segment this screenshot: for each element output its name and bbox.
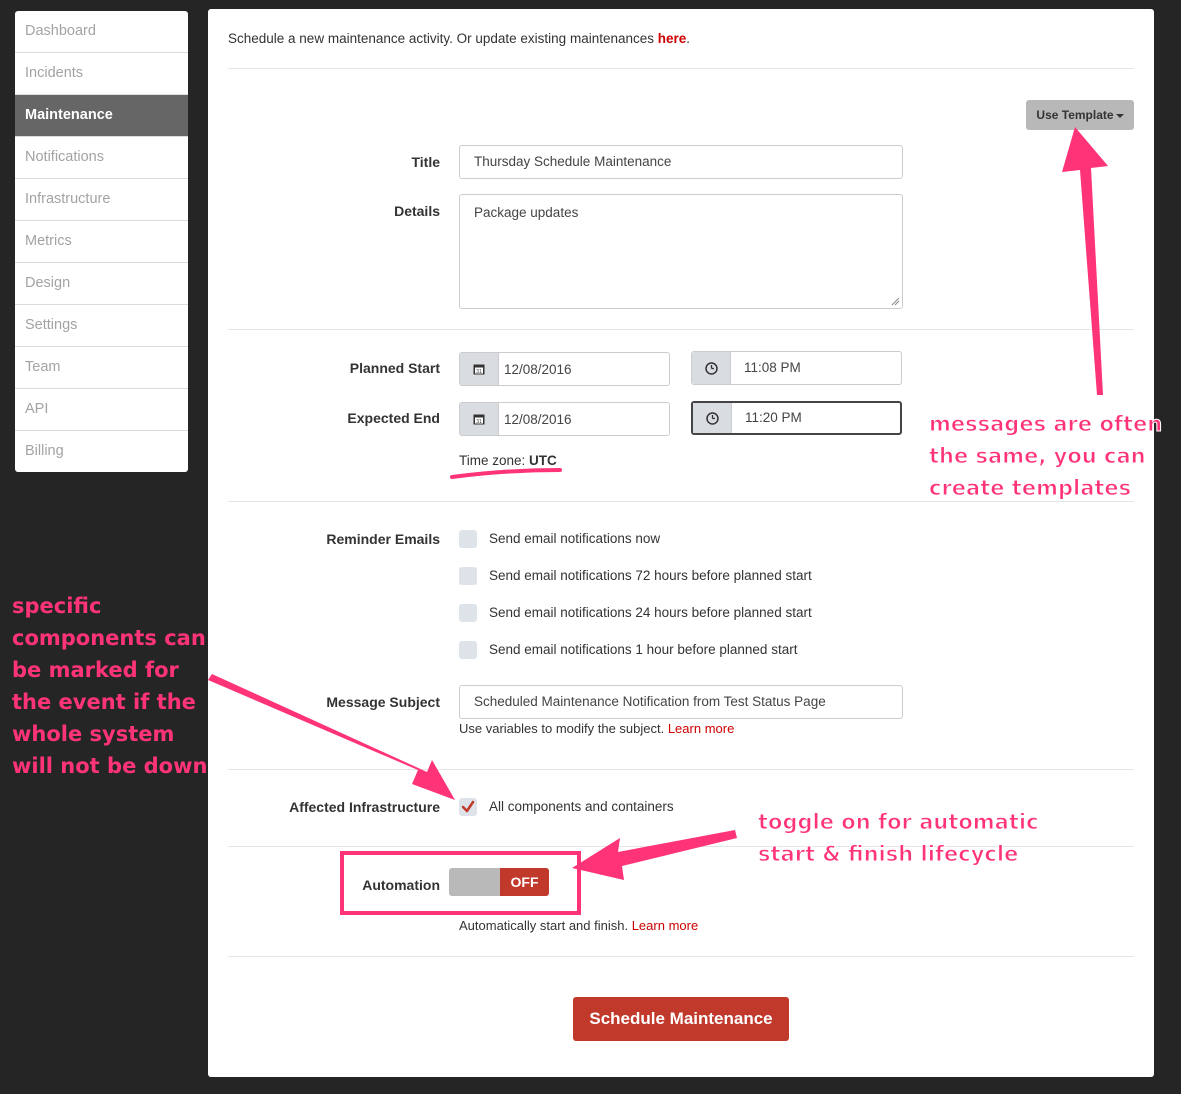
components-arrow bbox=[208, 674, 455, 800]
components-annotation: specific components can be marked for th… bbox=[12, 590, 207, 782]
timezone-underline bbox=[450, 468, 562, 479]
components-annotation-line: the event if the bbox=[12, 690, 196, 714]
automation-annotation-line: toggle on for automatic bbox=[758, 810, 1040, 835]
template-arrow bbox=[1062, 127, 1108, 395]
components-annotation-line: will not be down bbox=[12, 754, 208, 778]
components-annotation-line: be marked for bbox=[12, 658, 179, 682]
components-annotation-line: components can bbox=[12, 626, 206, 650]
automation-arrow bbox=[572, 830, 737, 880]
template-annotation: messages are often the same, you can cre… bbox=[928, 408, 1163, 504]
components-annotation-line: whole system bbox=[12, 722, 175, 746]
components-annotation-line: specific bbox=[12, 594, 102, 618]
template-annotation-line: the same, you can bbox=[928, 444, 1146, 469]
template-annotation-line: messages are often bbox=[928, 412, 1163, 437]
automation-annotation-line: start & finish lifecycle bbox=[758, 842, 1019, 867]
automation-highlight-box bbox=[340, 851, 581, 915]
annotation-overlay bbox=[208, 127, 1108, 915]
automation-annotation: toggle on for automatic start & finish l… bbox=[758, 806, 1040, 870]
template-annotation-line: create templates bbox=[928, 476, 1132, 501]
